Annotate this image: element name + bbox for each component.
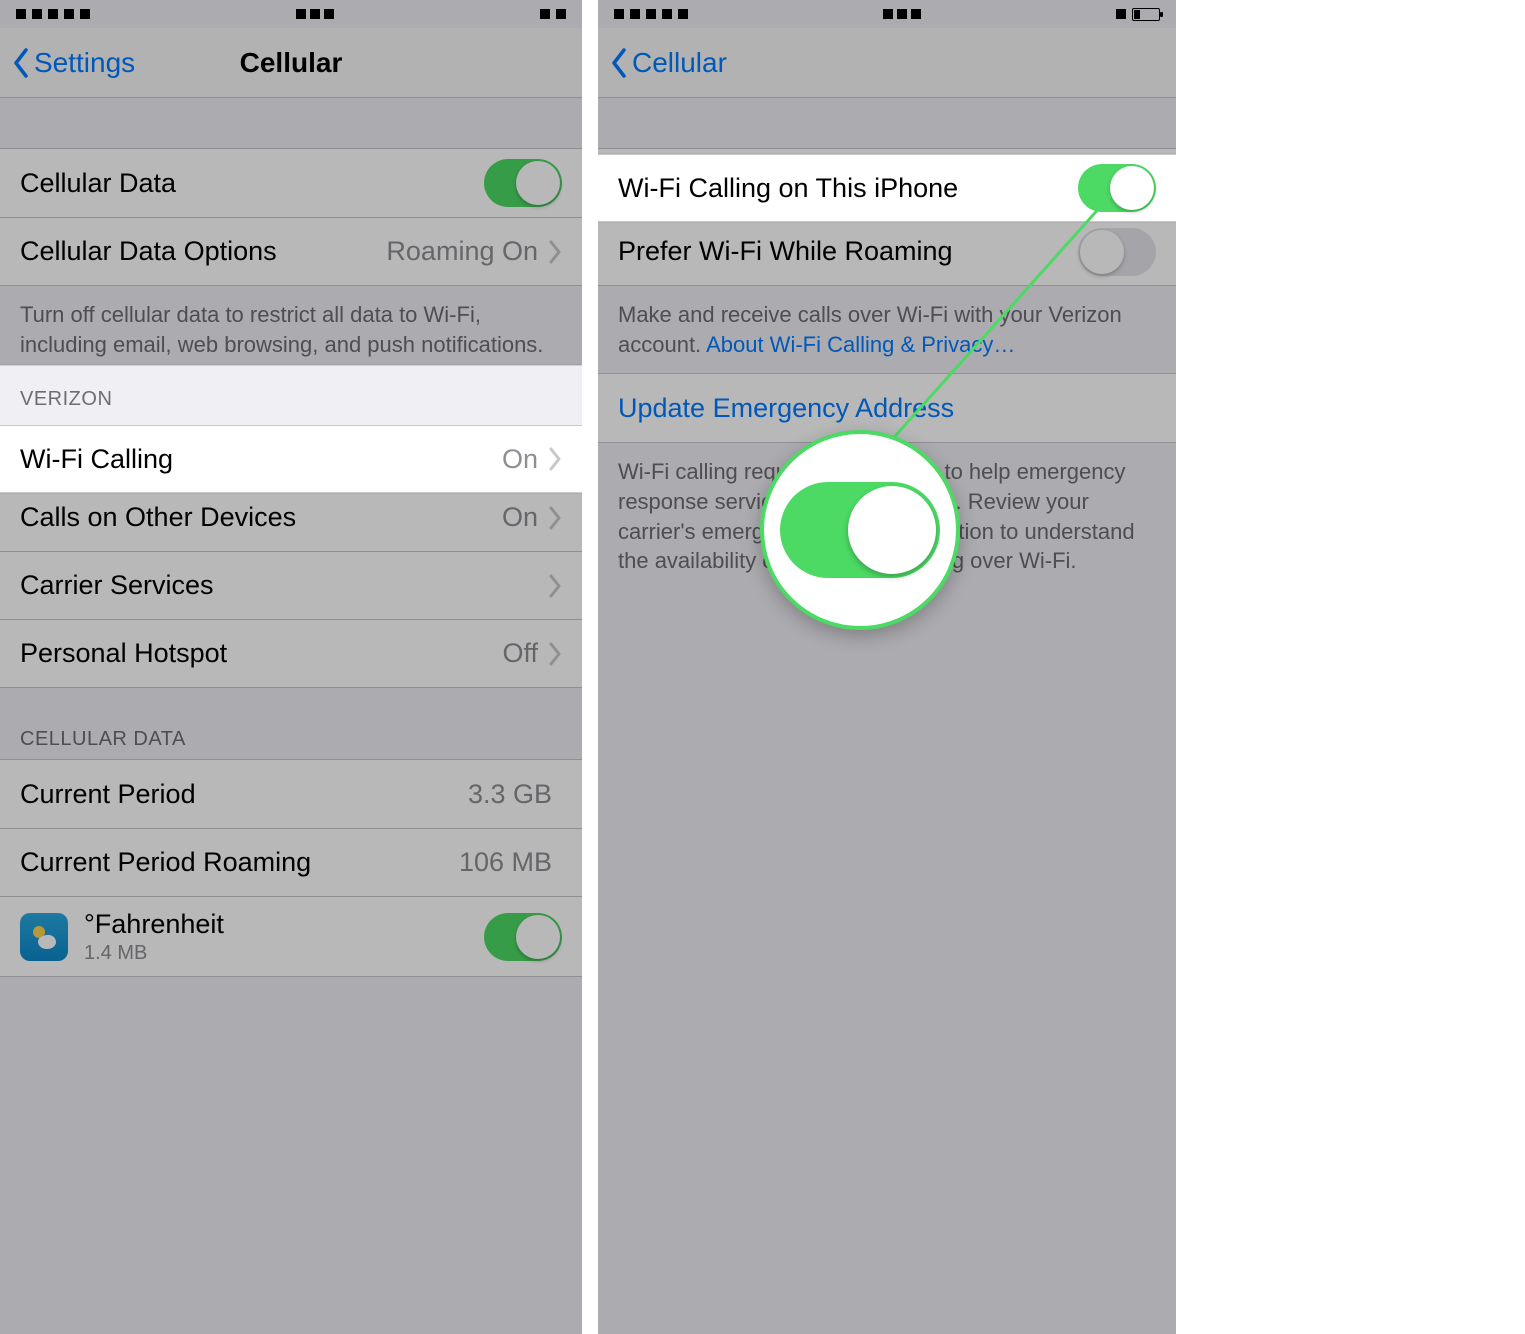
back-button[interactable]: Cellular [610, 47, 727, 79]
nav-bar: Settings Cellular [0, 28, 582, 98]
filler [598, 620, 1176, 1334]
row-current-period-roaming: Current Period Roaming 106 MB [0, 828, 582, 896]
pane-cellular: Settings Cellular Cellular Data Cellular… [0, 0, 582, 1334]
row-prefer-wifi-roaming[interactable]: Prefer Wi-Fi While Roaming [598, 217, 1176, 285]
carrier-icon [296, 9, 334, 19]
value: 3.3 GB [468, 779, 552, 810]
chevron-left-icon [12, 48, 30, 78]
row-cellular-data[interactable]: Cellular Data [0, 149, 582, 217]
value: Off [502, 638, 538, 669]
callout-toggle [760, 430, 960, 630]
row-update-emergency[interactable]: Update Emergency Address [598, 374, 1176, 442]
label: Cellular Data [20, 168, 484, 199]
section-header-verizon-hl: VERIZON [0, 366, 582, 419]
pane-wifi-calling: Cellular Wi-Fi Calling on This iPhone Pr… [598, 0, 1176, 1334]
label: Wi-Fi Calling on This iPhone [618, 173, 1078, 204]
value: 106 MB [459, 847, 552, 878]
update-emergency-address-link[interactable]: Update Emergency Address [618, 393, 1156, 424]
row-cellular-data-options[interactable]: Cellular Data Options Roaming On [0, 217, 582, 285]
label: Current Period Roaming [20, 847, 459, 878]
label: Carrier Services [20, 570, 548, 601]
battery-icon [540, 9, 566, 19]
row-current-period: Current Period 3.3 GB [0, 760, 582, 828]
row-wifi-calling-hl[interactable]: Wi-Fi Calling On [0, 425, 582, 493]
battery-outline-icon [1132, 8, 1160, 21]
about-wifi-calling-link[interactable]: About Wi-Fi Calling & Privacy… [706, 332, 1015, 357]
footer-cellular-data: Turn off cellular data to restrict all d… [0, 286, 582, 373]
signal-icon [614, 9, 688, 19]
wifi-calling-iphone-toggle-hl[interactable] [1078, 164, 1156, 212]
app-fahrenheit-toggle[interactable] [484, 913, 562, 961]
status-bar [598, 0, 1176, 28]
value: On [502, 444, 538, 475]
label: Calls on Other Devices [20, 502, 502, 533]
back-button[interactable]: Settings [12, 47, 135, 79]
highlight-wifi-calling: VERIZON Wi-Fi Calling On [0, 365, 582, 493]
group-cellular: Cellular Data Cellular Data Options Roam… [0, 148, 582, 286]
label: Cellular Data Options [20, 236, 386, 267]
app-size: 1.4 MB [84, 942, 484, 965]
row-wifi-calling-iphone-hl[interactable]: Wi-Fi Calling on This iPhone [598, 154, 1176, 222]
row-personal-hotspot[interactable]: Personal Hotspot Off [0, 619, 582, 687]
chevron-left-icon [610, 48, 628, 78]
chevron-right-icon [548, 574, 562, 598]
cellular-data-toggle[interactable] [484, 159, 562, 207]
battery-icon [1116, 8, 1160, 21]
carrier-icon [883, 9, 921, 19]
back-label: Settings [34, 47, 135, 79]
value: Roaming On [386, 236, 538, 267]
row-app-fahrenheit[interactable]: °Fahrenheit 1.4 MB [0, 896, 582, 976]
section-header-cellular-data: CELLULAR DATA [0, 688, 582, 759]
signal-icon [16, 9, 90, 19]
highlight-wifi-on-iphone: Wi-Fi Calling on This iPhone [598, 154, 1176, 222]
right-edge-blank [1176, 0, 1525, 1334]
app-name: °Fahrenheit [84, 909, 484, 940]
status-bar [0, 0, 582, 28]
label: Current Period [20, 779, 468, 810]
chevron-right-icon [548, 506, 562, 530]
label: Wi-Fi Calling [20, 444, 502, 475]
chevron-right-icon [548, 240, 562, 264]
value: On [502, 502, 538, 533]
group-data-usage: Current Period 3.3 GB Current Period Roa… [0, 759, 582, 977]
pane-gutter [582, 0, 598, 1334]
app-icon [20, 913, 68, 961]
nav-bar: Cellular [598, 28, 1176, 98]
label: Prefer Wi-Fi While Roaming [618, 236, 1078, 267]
enlarged-toggle-icon [780, 482, 940, 578]
label: Personal Hotspot [20, 638, 502, 669]
chevron-right-icon [548, 642, 562, 666]
back-label: Cellular [632, 47, 727, 79]
chevron-right-icon [548, 447, 562, 471]
footer-wifi-account: Make and receive calls over Wi-Fi with y… [598, 286, 1176, 373]
row-calls-other-devices[interactable]: Calls on Other Devices On [0, 483, 582, 551]
prefer-wifi-roaming-toggle[interactable] [1078, 228, 1156, 276]
row-carrier-services[interactable]: Carrier Services [0, 551, 582, 619]
